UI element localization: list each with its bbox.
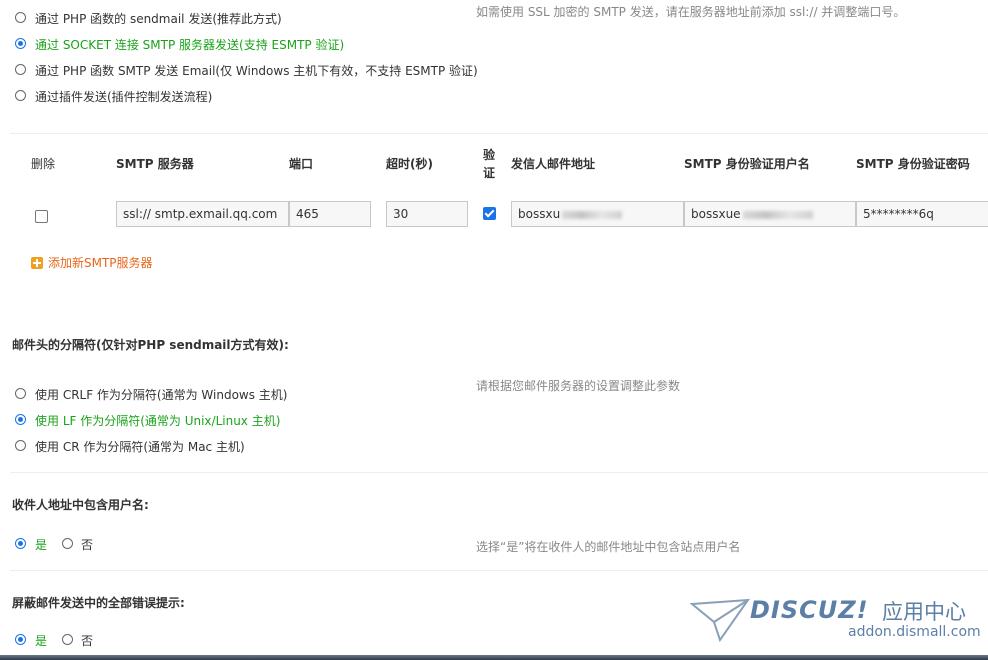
watermark-cn: 应用中心 (882, 600, 966, 624)
smtp-from-input[interactable]: bossxu (511, 201, 684, 227)
send-mode-label-plugin: 通过插件发送(插件控制发送流程) (35, 90, 213, 104)
separator-label-crlf: 使用 CRLF 作为分隔符(通常为 Windows 主机) (35, 388, 288, 402)
col-header-server: SMTP 服务器 (116, 157, 194, 171)
divider (10, 133, 988, 134)
watermark-logo: DISCUZ! 应用中心 addon.dismall.com (690, 596, 981, 646)
include-username-yes-label: 是 (35, 538, 48, 552)
col-header-auth-user: SMTP 身份验证用户名 (684, 157, 810, 171)
include-username-no-radio[interactable] (62, 538, 73, 549)
silent-errors-no-label: 否 (81, 634, 94, 648)
col-header-auth: 验证 (483, 148, 496, 180)
smtp-auth-pass-input[interactable]: 5********6q (856, 201, 988, 227)
redaction-blur (562, 210, 623, 219)
smtp-timeout-input[interactable]: 30 (386, 201, 468, 227)
include-username-no-label: 否 (81, 538, 94, 552)
col-header-timeout: 超时(秒) (386, 157, 433, 171)
send-mode-hint: 如需使用 SSL 加密的 SMTP 发送，请在服务器地址前添加 ssl:// 并… (476, 5, 906, 19)
col-header-auth-pass: SMTP 身份验证密码 (856, 157, 970, 171)
smtp-port-input[interactable]: 465 (289, 201, 371, 227)
separator-title: 邮件头的分隔符(仅针对PHP sendmail方式有效): (12, 338, 289, 352)
smtp-server-input[interactable]: ssl:// smtp.exmail.qq.com (116, 201, 289, 227)
separator-radio-crlf[interactable] (15, 388, 26, 399)
silent-errors-yes-label: 是 (35, 634, 48, 648)
add-smtp-link[interactable]: 添加新SMTP服务器 (31, 254, 153, 271)
separator-label-cr: 使用 CR 作为分隔符(通常为 Mac 主机) (35, 440, 245, 454)
separator-radio-cr[interactable] (15, 440, 26, 451)
send-mode-radio-socket[interactable] (15, 38, 26, 49)
smtp-row-delete-checkbox[interactable] (35, 210, 48, 223)
silent-errors-no-radio[interactable] (62, 634, 73, 645)
send-mode-radio-plugin[interactable] (15, 90, 26, 101)
send-mode-label-socket: 通过 SOCKET 连接 SMTP 服务器发送(支持 ESMTP 验证) (35, 38, 345, 52)
include-username-title: 收件人地址中包含用户名: (12, 498, 149, 512)
send-mode-radio-php-smtp[interactable] (15, 64, 26, 75)
include-username-yes-radio[interactable] (15, 538, 26, 549)
watermark-brand: DISCUZ! (750, 596, 869, 624)
window-bottom-edge (0, 655, 988, 660)
include-username-hint: 选择“是”将在收件人的邮件地址中包含站点用户名 (476, 540, 741, 554)
paper-plane-icon (690, 598, 750, 642)
separator-label-lf: 使用 LF 作为分隔符(通常为 Unix/Linux 主机) (35, 414, 281, 428)
smtp-auth-checkbox[interactable] (483, 207, 496, 220)
separator-hint: 请根据您邮件服务器的设置调整此参数 (476, 379, 681, 393)
col-header-delete: 删除 (31, 157, 56, 171)
send-mode-radio-sendmail[interactable] (15, 12, 26, 23)
silent-errors-title: 屏蔽邮件发送中的全部错误提示: (12, 596, 185, 610)
silent-errors-yes-radio[interactable] (15, 634, 26, 645)
smtp-from-value: bossxu (518, 207, 561, 221)
divider (10, 570, 988, 571)
add-smtp-label: 添加新SMTP服务器 (48, 256, 153, 270)
separator-radio-lf[interactable] (15, 414, 26, 425)
send-mode-label-sendmail: 通过 PHP 函数的 sendmail 发送(推荐此方式) (35, 12, 282, 26)
col-header-port: 端口 (289, 157, 314, 171)
plus-icon (31, 256, 43, 269)
col-header-from: 发信人邮件地址 (511, 157, 596, 171)
divider (10, 472, 988, 473)
redaction-blur (742, 210, 813, 219)
smtp-auth-user-input[interactable]: bossxue (684, 201, 856, 227)
smtp-auth-user-value: bossxue (691, 207, 741, 221)
send-mode-label-php-smtp: 通过 PHP 函数 SMTP 发送 Email(仅 Windows 主机下有效，… (35, 64, 478, 78)
watermark-url: addon.dismall.com (848, 624, 981, 640)
